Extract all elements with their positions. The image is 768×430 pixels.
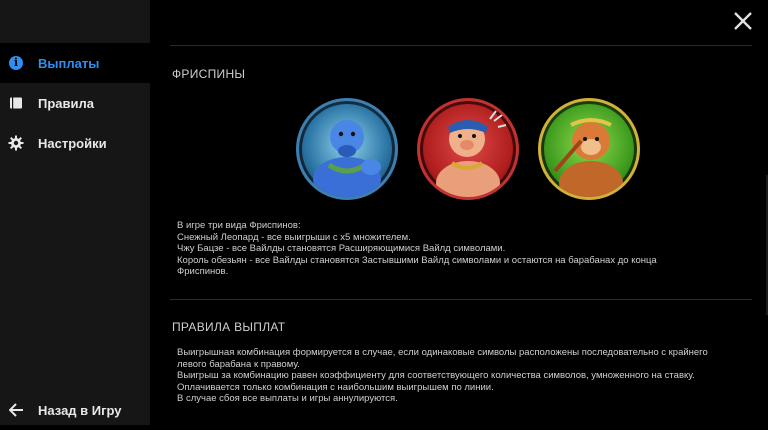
sidebar-item-rules[interactable]: Правила — [0, 83, 150, 123]
close-icon[interactable] — [732, 10, 754, 32]
text-line: Король обезьян - все Вайлды становятся З… — [177, 254, 657, 278]
back-to-game-button[interactable]: Назад в Игру — [0, 390, 150, 430]
gear-icon — [8, 135, 24, 151]
sidebar-item-label: Настройки — [38, 135, 107, 151]
text-line: Выигрышная комбинация формируется в случ… — [177, 347, 708, 370]
sidebar-item-label: Выплаты — [38, 55, 100, 71]
sidebar: i Выплаты Правила Настройки Назад в Игру — [0, 0, 150, 425]
arrow-left-icon — [8, 402, 24, 418]
info-icon: i — [8, 55, 24, 71]
zhu-bajie-character-icon — [417, 98, 519, 200]
sidebar-item-label: Правила — [38, 95, 94, 111]
paytable-content: ФРИСПИНЫ В игре три вида Фриспинов: Снеж… — [150, 0, 768, 425]
divider — [170, 299, 752, 300]
text-line: В игре три вида Фриспинов: — [177, 220, 301, 231]
text-line: Оплачивается только комбинация с наиболь… — [177, 381, 494, 393]
text-line: Снежный Леопард - все выигрыши с х5 множ… — [177, 231, 411, 243]
back-to-game-label: Назад в Игру — [38, 402, 122, 418]
section-title-freespins: ФРИСПИНЫ — [172, 67, 246, 81]
payout-rules-description: Выигрышная комбинация формируется в случ… — [177, 347, 737, 405]
section-title-payout-rules: ПРАВИЛА ВЫПЛАТ — [172, 320, 286, 334]
text-line: Выигрыш за комбинацию равен коэффициенту… — [177, 370, 695, 382]
freespin-symbols — [296, 98, 659, 200]
divider — [170, 45, 752, 46]
monkey-king-character-icon — [538, 98, 640, 200]
sidebar-item-payouts[interactable]: i Выплаты — [0, 43, 150, 83]
freespins-description: В игре три вида Фриспинов: Снежный Леопа… — [177, 220, 737, 278]
book-icon — [8, 95, 24, 111]
text-line: В случае сбоя все выплаты и игры аннулир… — [177, 393, 398, 405]
sidebar-item-settings[interactable]: Настройки — [0, 123, 150, 163]
text-line: Чжу Бацзе - все Вайлды становятся Расшир… — [177, 243, 506, 255]
snow-leopard-character-icon — [296, 98, 398, 200]
